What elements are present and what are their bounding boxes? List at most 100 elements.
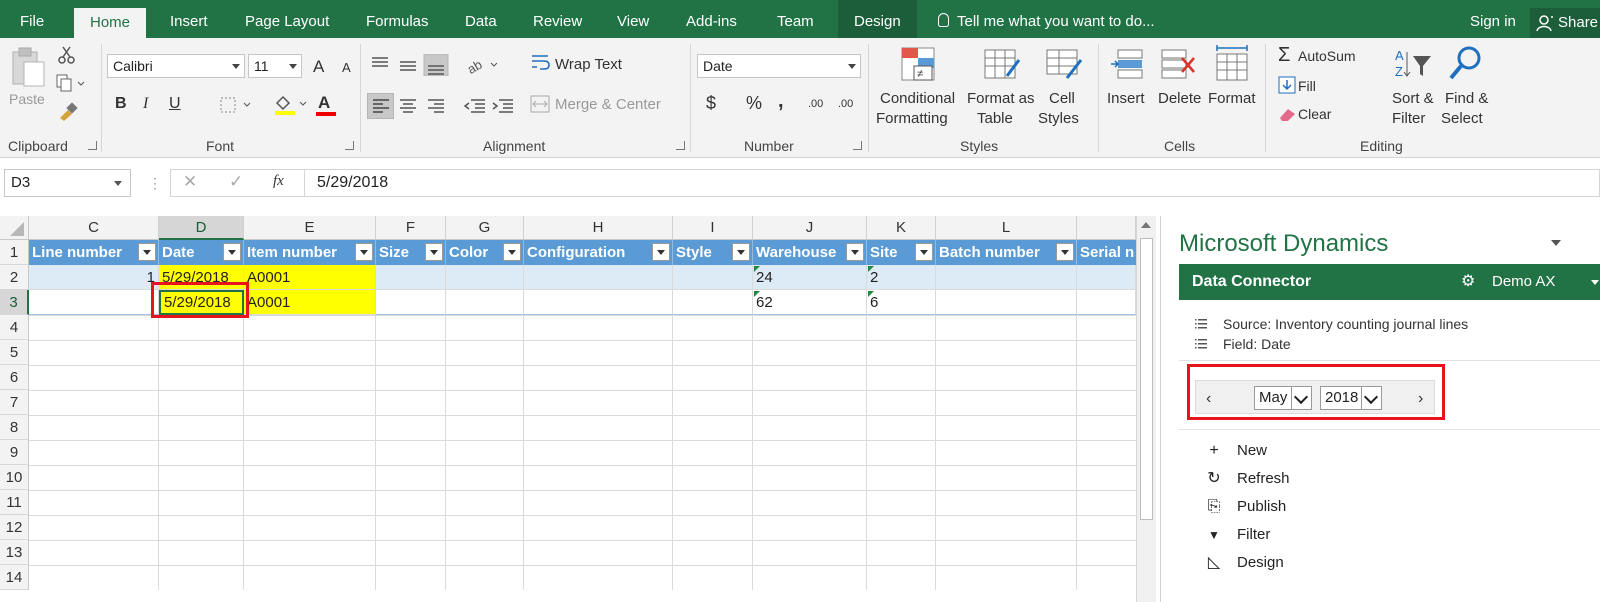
sort-filter-icon[interactable]: AZ	[1393, 46, 1433, 86]
row-header[interactable]: 6	[0, 365, 29, 390]
column-header-g[interactable]: G	[446, 216, 524, 240]
row-header[interactable]: 12	[0, 515, 29, 540]
filter-dropdown-icon[interactable]	[915, 243, 933, 261]
cell-configuration[interactable]	[524, 290, 673, 315]
fill-down-icon[interactable]	[1278, 76, 1296, 94]
empty-rows[interactable]	[29, 315, 1136, 590]
column-header-h[interactable]: H	[524, 216, 673, 240]
insert-function-icon[interactable]: fx	[273, 173, 284, 190]
cell-site[interactable]: 2	[867, 265, 936, 290]
column-header-f[interactable]: F	[376, 216, 446, 240]
scroll-up-icon[interactable]	[1141, 222, 1151, 228]
share-button[interactable]: Share	[1530, 8, 1600, 38]
column-header-e[interactable]: E	[244, 216, 376, 240]
paste-label[interactable]: Paste	[9, 91, 45, 107]
autosum-button[interactable]: AutoSum	[1298, 48, 1356, 64]
bold-button[interactable]: B	[115, 95, 127, 113]
column-header-c[interactable]: C	[29, 216, 159, 240]
filter-dropdown-icon[interactable]	[1056, 243, 1074, 261]
table-header-warehouse[interactable]: Warehouse	[753, 240, 867, 265]
column-header-m[interactable]	[1077, 216, 1136, 240]
cancel-icon[interactable]: ✕	[183, 172, 197, 192]
format-cells-icon[interactable]	[1213, 44, 1251, 84]
conditional-formatting-label[interactable]: Formatting	[876, 110, 948, 127]
tab-review[interactable]: Review	[533, 0, 582, 38]
cell-serial-number[interactable]	[1077, 265, 1136, 290]
font-color-button[interactable]: A	[318, 93, 330, 113]
tab-insert[interactable]: Insert	[170, 0, 208, 38]
table-header-size[interactable]: Size	[376, 240, 446, 265]
delete-cells-icon[interactable]	[1160, 46, 1198, 84]
row-header[interactable]: 1	[0, 240, 29, 265]
select-all-corner[interactable]	[0, 216, 29, 240]
table-header-batch-number[interactable]: Batch number	[936, 240, 1077, 265]
indent-icons[interactable]	[463, 96, 519, 116]
cell-styles-icon[interactable]	[1045, 46, 1083, 84]
cell-line-number[interactable]: 1	[29, 265, 159, 290]
wrap-text-button[interactable]: Wrap Text	[555, 56, 622, 73]
find-select-icon[interactable]	[1447, 44, 1485, 84]
row-header[interactable]: 5	[0, 340, 29, 365]
chevron-down-icon[interactable]	[1591, 280, 1599, 285]
row-header[interactable]: 9	[0, 440, 29, 465]
insert-button[interactable]: Insert	[1107, 90, 1145, 107]
number-launcher-icon[interactable]	[853, 141, 862, 150]
clear-button[interactable]: Clear	[1298, 106, 1331, 122]
shrink-font-button[interactable]: A	[342, 60, 351, 75]
cell-configuration[interactable]	[524, 265, 673, 290]
row-header[interactable]: 2	[0, 265, 29, 290]
borders-icon[interactable]	[220, 97, 252, 113]
cell-site[interactable]: 6	[867, 290, 936, 315]
fill-button[interactable]: Fill	[1298, 78, 1316, 94]
gear-icon[interactable]: ⚙	[1461, 264, 1475, 300]
decrease-decimal-button[interactable]: .00	[838, 98, 853, 110]
tab-view[interactable]: View	[617, 0, 649, 38]
column-header-k[interactable]: K	[867, 216, 936, 240]
name-box[interactable]: D3	[4, 169, 131, 197]
tab-page-layout[interactable]: Page Layout	[245, 0, 329, 38]
currency-button[interactable]: $	[706, 93, 716, 114]
filter-dropdown-icon[interactable]	[223, 243, 241, 261]
cell-warehouse[interactable]: 62	[753, 290, 867, 315]
cell-color[interactable]	[446, 265, 524, 290]
comma-button[interactable]: ,	[778, 90, 784, 113]
copy-icon[interactable]	[56, 74, 86, 92]
delete-button[interactable]: Delete	[1158, 90, 1201, 107]
row-header[interactable]: 11	[0, 490, 29, 515]
row-header[interactable]: 7	[0, 390, 29, 415]
alignment-launcher-icon[interactable]	[676, 141, 685, 150]
horizontal-align-icons[interactable]	[370, 96, 450, 116]
cell-batch-number[interactable]	[936, 265, 1077, 290]
grow-font-button[interactable]: A	[313, 57, 324, 77]
row-header[interactable]: 13	[0, 540, 29, 565]
font-size-combo[interactable]: 11	[248, 54, 302, 78]
cell-batch-number[interactable]	[936, 290, 1077, 315]
table-header-serial-number[interactable]: Serial n	[1077, 240, 1136, 265]
row-header[interactable]: 10	[0, 465, 29, 490]
enter-icon[interactable]: ✓	[229, 172, 243, 192]
new-action[interactable]: + New	[1205, 440, 1267, 462]
refresh-action[interactable]: ↻ Refresh	[1205, 468, 1289, 490]
filter-dropdown-icon[interactable]	[846, 243, 864, 261]
cut-icon[interactable]	[58, 46, 76, 64]
merge-center-button[interactable]: Merge & Center	[555, 96, 661, 113]
find-select-button[interactable]: Find &	[1445, 90, 1488, 107]
clipboard-launcher-icon[interactable]	[88, 141, 97, 150]
tab-team[interactable]: Team	[777, 0, 814, 38]
vertical-scrollbar[interactable]	[1136, 216, 1156, 602]
format-as-table-button[interactable]: Format as	[967, 90, 1035, 107]
cell-serial-number[interactable]	[1077, 290, 1136, 315]
eraser-icon[interactable]	[1278, 106, 1298, 122]
filter-dropdown-icon[interactable]	[355, 243, 373, 261]
tab-home[interactable]: Home	[74, 8, 147, 38]
column-header-l[interactable]: L	[936, 216, 1077, 240]
cell-color[interactable]	[446, 290, 524, 315]
wrap-text-icon[interactable]	[530, 52, 552, 74]
design-action[interactable]: ◺ Design	[1205, 552, 1284, 574]
fill-color-icon[interactable]	[273, 93, 307, 115]
sign-in-link[interactable]: Sign in	[1470, 0, 1516, 38]
pane-options-icon[interactable]	[1551, 240, 1561, 246]
table-header-style[interactable]: Style	[673, 240, 753, 265]
table-header-configuration[interactable]: Configuration	[524, 240, 673, 265]
scroll-thumb[interactable]	[1140, 238, 1153, 520]
